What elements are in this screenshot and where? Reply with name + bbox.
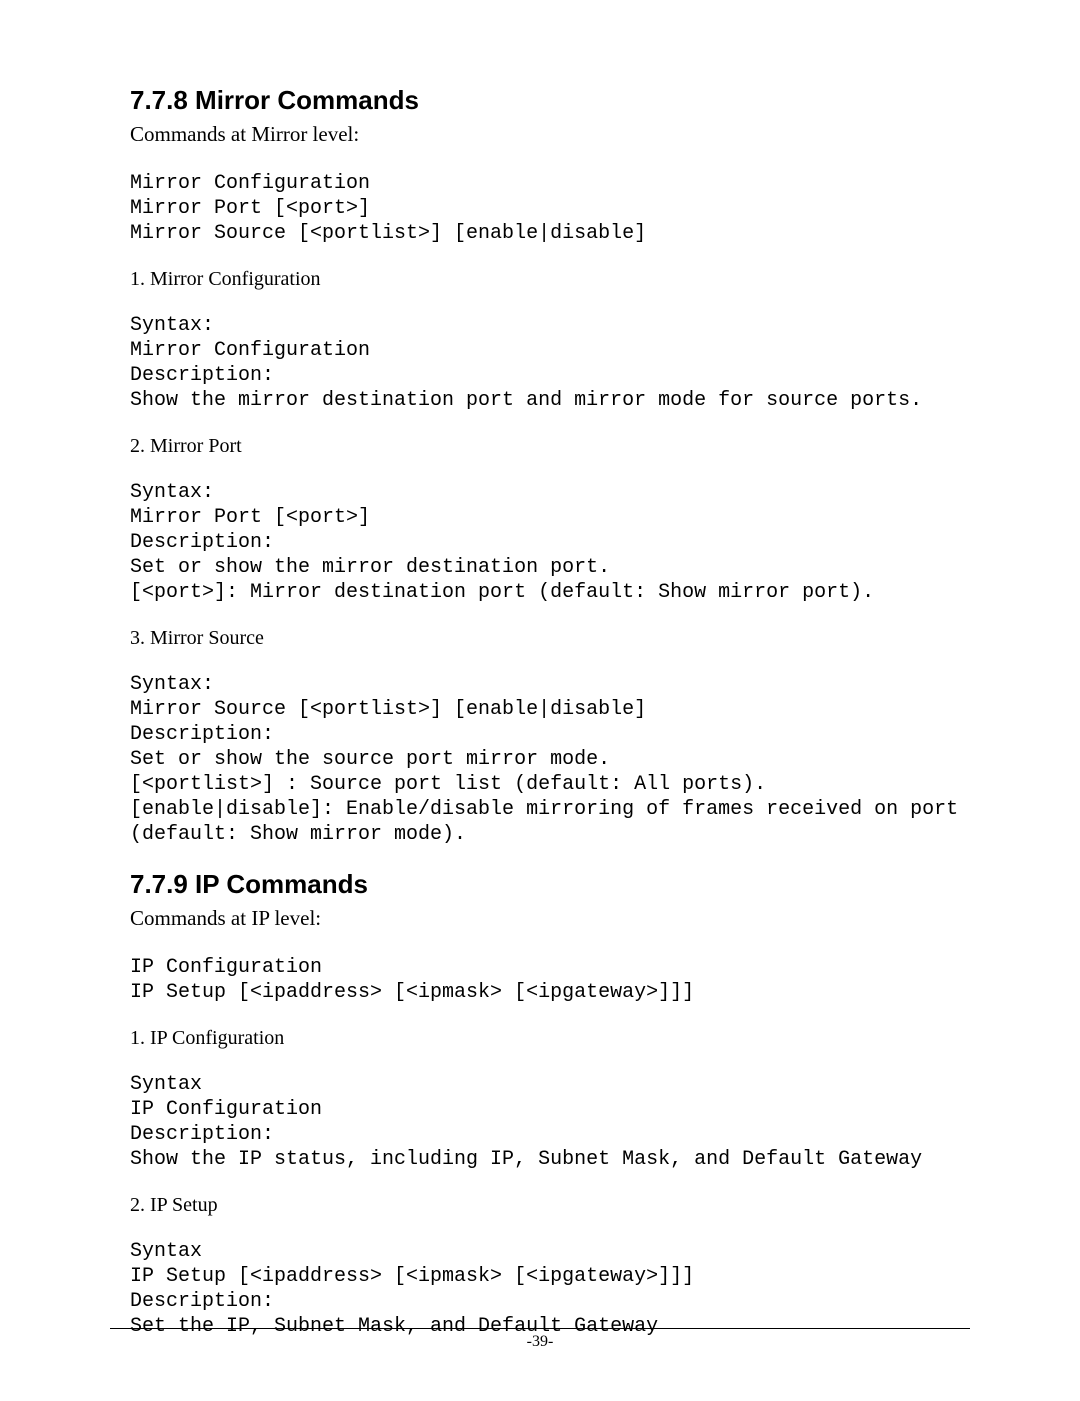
document-page: 7.7.8 Mirror Commands Commands at Mirror… bbox=[0, 0, 1080, 1401]
code-block-778-3: Syntax: Mirror Source [<portlist>] [enab… bbox=[130, 672, 950, 847]
code-block-779-2: Syntax IP Setup [<ipaddress> [<ipmask> [… bbox=[130, 1239, 950, 1339]
footer-rule bbox=[110, 1328, 970, 1329]
code-block-778-2: Syntax: Mirror Port [<port>] Description… bbox=[130, 480, 950, 605]
code-block-778-1: Syntax: Mirror Configuration Description… bbox=[130, 313, 950, 413]
sub-heading-779-2: 2. IP Setup bbox=[130, 1194, 950, 1217]
sub-heading-778-1: 1. Mirror Configuration bbox=[130, 268, 950, 291]
sub-heading-778-3: 3. Mirror Source bbox=[130, 627, 950, 650]
page-number: -39- bbox=[110, 1333, 970, 1351]
section-heading-778: 7.7.8 Mirror Commands bbox=[130, 85, 950, 116]
intro-text-779: Commands at IP level: bbox=[130, 906, 950, 931]
command-list-778: Mirror Configuration Mirror Port [<port>… bbox=[130, 171, 950, 246]
command-list-779: IP Configuration IP Setup [<ipaddress> [… bbox=[130, 955, 950, 1005]
page-footer: -39- bbox=[110, 1328, 970, 1351]
intro-text-778: Commands at Mirror level: bbox=[130, 122, 950, 147]
section-heading-779: 7.7.9 IP Commands bbox=[130, 869, 950, 900]
sub-heading-778-2: 2. Mirror Port bbox=[130, 435, 950, 458]
sub-heading-779-1: 1. IP Configuration bbox=[130, 1027, 950, 1050]
code-block-779-1: Syntax IP Configuration Description: Sho… bbox=[130, 1072, 950, 1172]
